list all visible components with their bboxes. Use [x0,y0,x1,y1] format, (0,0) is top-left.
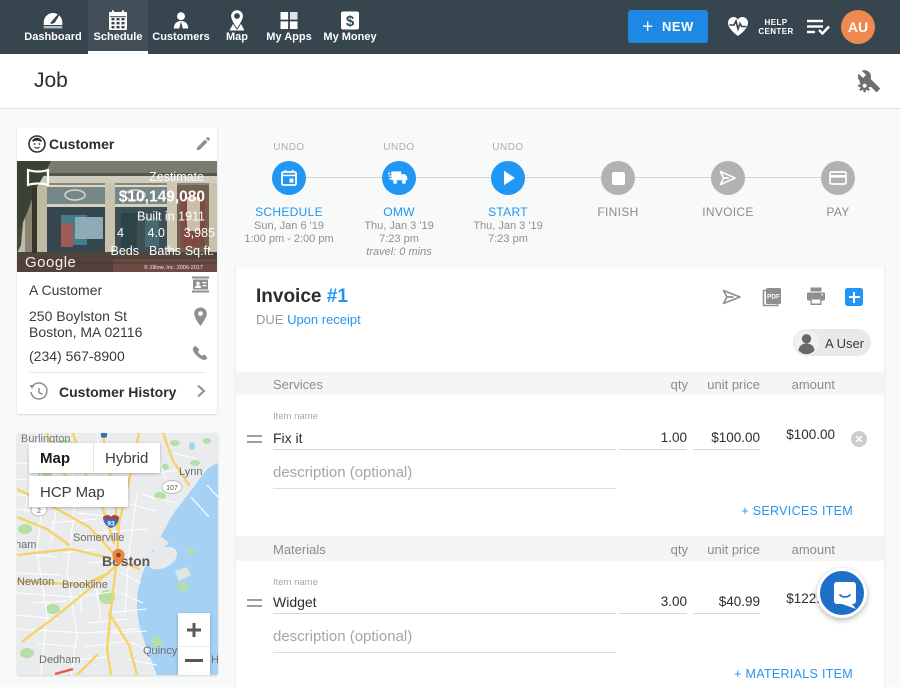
svg-text:Hi: Hi [211,654,218,666]
svg-text:Quincy: Quincy [143,645,178,657]
svg-text:3,985: 3,985 [184,226,215,240]
svg-text:Baths: Baths [149,244,181,258]
svg-text:Brookline: Brookline [62,579,108,591]
svg-text:Dedham: Dedham [39,654,81,666]
svg-text:© Zillow, Inc. 2006-2017: © Zillow, Inc. 2006-2017 [144,264,203,271]
svg-text:2: 2 [37,508,41,515]
svg-text:Lynn: Lynn [179,466,202,478]
svg-text:Boston: Boston [102,553,150,569]
svg-text:93: 93 [107,521,115,528]
svg-text:Sq.ft.: Sq.ft. [185,244,214,258]
svg-text:PDF: PDF [767,294,780,301]
svg-text:$10,149,080: $10,149,080 [119,189,205,206]
svg-text:$: $ [346,13,355,30]
svg-text:Beds: Beds [111,244,140,258]
svg-text:Zestimate: Zestimate [149,170,204,184]
svg-text:ham: ham [17,539,36,551]
svg-text:Built in 1911: Built in 1911 [137,210,205,224]
svg-text:4.0: 4.0 [148,226,165,240]
svg-text:Somerville: Somerville [73,532,124,544]
svg-text:107: 107 [166,485,178,492]
svg-text:Google: Google [25,254,76,271]
svg-text:4: 4 [117,226,124,240]
svg-text:Newton: Newton [17,576,54,588]
